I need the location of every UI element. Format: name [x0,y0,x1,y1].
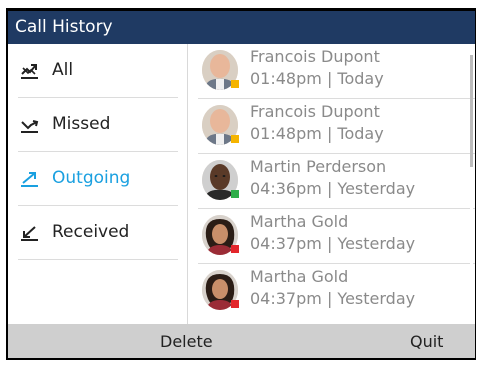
phone-screen: Call History All Missed Outgoing Receive… [8,11,475,358]
caller-name: Francois Dupont [250,102,380,121]
call-list-item[interactable]: Martha Gold 04:37pm | Yesterday [188,209,463,263]
filter-item-all[interactable]: All [8,44,187,97]
call-time: 04:37pm | Yesterday [250,234,416,253]
filter-item-outgoing[interactable]: Outgoing [8,152,187,205]
divider [18,259,178,260]
filter-label-missed: Missed [52,114,111,134]
softkey-bar: Delete Quit [8,324,475,358]
delete-button[interactable]: Delete [160,332,213,351]
presence-status-icon [231,190,239,198]
call-list-item[interactable]: Francois Dupont 01:48pm | Today [188,44,463,98]
call-list-item[interactable]: Francois Dupont 01:48pm | Today [188,99,463,153]
filter-item-missed[interactable]: Missed [8,98,187,151]
call-time: 04:36pm | Yesterday [250,179,416,198]
scrollbar-thumb[interactable] [470,55,473,167]
outgoing-call-icon [20,170,40,188]
presence-status-icon [231,300,239,308]
quit-button[interactable]: Quit [410,332,443,351]
presence-status-icon [231,245,239,253]
call-list-item[interactable]: Martha Gold 04:37pm | Yesterday [188,264,463,318]
call-time: 01:48pm | Today [250,69,384,88]
filter-list: All Missed Outgoing Received [8,44,187,324]
missed-call-icon [20,116,40,134]
caller-name: Martha Gold [250,267,349,286]
all-calls-icon [20,62,40,80]
call-list-item[interactable]: Martin Perderson 04:36pm | Yesterday [188,154,463,208]
page-title: Call History [15,17,113,37]
presence-status-icon [231,135,239,143]
call-list: Francois Dupont 01:48pm | Today Francois… [188,44,475,324]
caller-name: Martha Gold [250,212,349,231]
caller-name: Martin Perderson [250,157,387,176]
received-call-icon [20,224,40,242]
caller-name: Francois Dupont [250,47,380,66]
presence-status-icon [231,80,239,88]
title-bar: Call History [8,11,475,44]
filter-label-all: All [52,60,74,80]
call-time: 01:48pm | Today [250,124,384,143]
filter-item-received[interactable]: Received [8,206,187,259]
filter-label-outgoing: Outgoing [52,168,131,188]
call-time: 04:37pm | Yesterday [250,289,416,308]
filter-label-received: Received [52,222,130,242]
